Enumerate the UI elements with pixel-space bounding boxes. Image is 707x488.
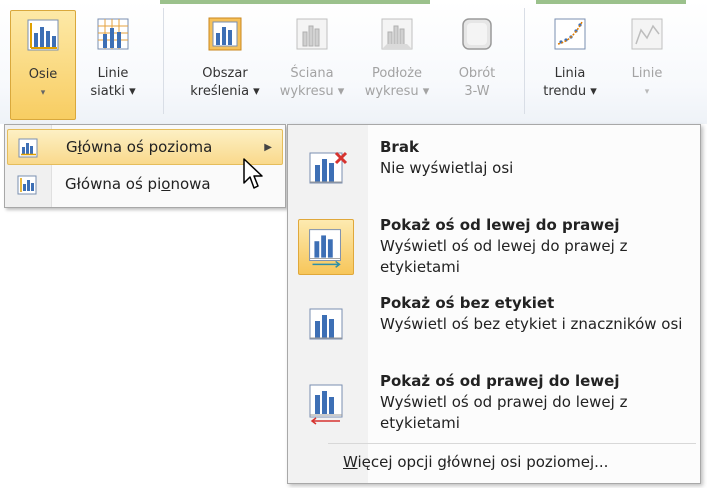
option-description: Wyświetl oś bez etykiet i znaczników osi xyxy=(380,315,683,333)
option-title: Pokaż oś bez etykiet xyxy=(380,294,555,312)
plot-area-button[interactable]: Obszar kreślenia ▾ xyxy=(180,10,270,120)
option-right-to-left[interactable]: Pokaż oś od prawej do lewej Wyświetl oś … xyxy=(288,371,700,447)
gridlines-button[interactable]: Linie siatki ▾ xyxy=(80,10,146,120)
dropdown-arrow-icon: ▾ xyxy=(644,87,650,97)
option-title: Pokaż oś od lewej do prawej xyxy=(380,216,620,234)
axis-without-labels-icon xyxy=(309,308,343,340)
chart-wall-button[interactable]: Ściana wykresu ▾ xyxy=(272,10,352,120)
option-title: Pokaż oś od prawej do lewej xyxy=(380,372,620,390)
lines-icon xyxy=(631,18,663,50)
option-description: Nie wyświetlaj osi xyxy=(380,159,514,177)
dropdown-arrow-icon: ▾ xyxy=(40,88,46,98)
option-description: Wyświetl oś od prawej do lewej z etykiet… xyxy=(380,393,628,432)
more-horizontal-axis-options[interactable]: Więcej opcji głównej osi poziomej... xyxy=(343,450,608,474)
ribbon-separator xyxy=(524,8,525,114)
vertical-axis-icon xyxy=(17,175,37,195)
menu-item-label: Główna oś pionowa xyxy=(65,175,211,193)
horizontal-axis-icon xyxy=(18,138,38,158)
no-axis-icon xyxy=(309,151,348,184)
3d-rotation-button[interactable]: Obrót 3-W xyxy=(442,10,512,120)
trendline-button[interactable]: Linia trendu ▾ xyxy=(530,10,610,120)
lines-button[interactable]: Linie ▾ xyxy=(614,10,680,120)
trendline-icon xyxy=(554,18,586,50)
axis-left-to-right-icon xyxy=(298,219,354,275)
axes-button[interactable]: Osie ▾ xyxy=(10,10,76,120)
chart-wall-icon xyxy=(296,18,328,50)
menu-item-label: Główna oś pozioma xyxy=(66,138,213,156)
3d-rotation-icon xyxy=(462,18,492,50)
ribbon-separator xyxy=(163,8,164,114)
menu-divider xyxy=(328,443,696,444)
gridlines-icon xyxy=(97,18,129,50)
chart-floor-button[interactable]: Podłoże wykresu ▾ xyxy=(354,10,440,120)
option-without-labels[interactable]: Pokaż oś bez etykiet Wyświetl oś bez ety… xyxy=(288,293,700,369)
plot-area-icon xyxy=(208,17,242,51)
option-left-to-right[interactable]: Pokaż oś od lewej do prawej Wyświetl oś … xyxy=(288,215,700,291)
option-title: Brak xyxy=(380,138,419,156)
ribbon-group-accent-line xyxy=(160,0,430,4)
chart-layout-ribbon: Osie▾ Liniesiatki ▾ Obszarkreślenia ▾ xyxy=(0,0,707,124)
mouse-pointer-icon xyxy=(243,158,263,189)
option-none[interactable]: Brak Nie wyświetlaj osi xyxy=(288,137,700,213)
option-description: Wyświetl oś od lewej do prawej z etykiet… xyxy=(380,237,628,276)
axes-icon xyxy=(27,19,59,51)
axis-right-to-left-icon xyxy=(309,384,343,425)
chart-floor-icon xyxy=(381,18,413,50)
ribbon-group-accent-line xyxy=(536,0,686,4)
horizontal-axis-submenu: Brak Nie wyświetlaj osi Pokaż oś od lewe… xyxy=(287,124,701,484)
